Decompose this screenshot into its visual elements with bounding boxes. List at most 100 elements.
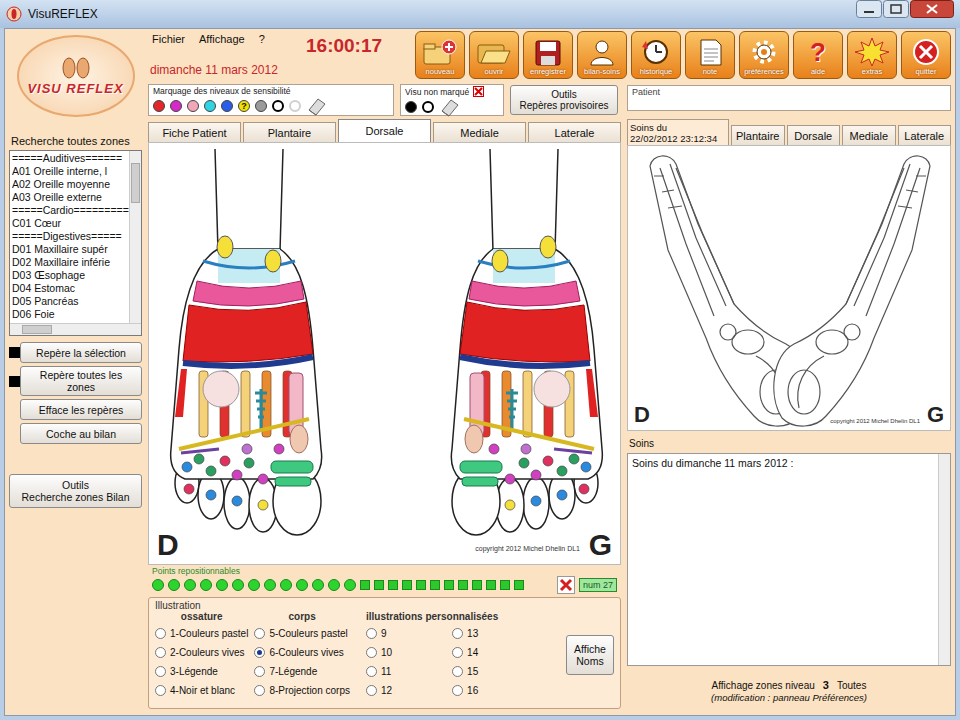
history-tab[interactable]: Mediale [842,125,896,145]
radio-button[interactable] [452,666,463,677]
save-button[interactable]: enregistrer [523,31,573,79]
history-button[interactable]: historique [631,31,681,79]
clear-points-button[interactable] [557,576,575,594]
reposition-point[interactable] [200,579,212,591]
level-dot[interactable] [405,101,417,113]
level-dot[interactable] [170,100,182,112]
show-names-button[interactable]: AfficheNoms [566,635,614,675]
zone-item[interactable]: D05 Pancréas [12,295,127,308]
view-tab[interactable]: Mediale [433,122,526,142]
radio-button[interactable] [254,685,265,696]
close-icon[interactable] [910,0,954,18]
level-dot[interactable] [204,100,216,112]
history-tab[interactable]: Dorsale [787,125,841,145]
radio-option[interactable]: 8-Projection corps [254,681,350,700]
eraser-icon[interactable] [439,97,461,117]
level-dot[interactable] [221,100,233,112]
level-dot[interactable] [289,100,301,112]
reposition-point[interactable] [280,579,292,591]
radio-button[interactable] [452,685,463,696]
zone-item[interactable]: A01 Oreille interne, l [12,165,127,178]
radio-option[interactable]: 5-Couleurs pastel [254,624,350,643]
reposition-point[interactable] [264,579,276,591]
view-tab[interactable]: Laterale [528,122,621,142]
reposition-point[interactable] [328,579,340,591]
radio-option[interactable]: 10 [366,643,412,662]
radio-option[interactable]: 16 [452,681,498,700]
reposition-point[interactable] [402,580,412,590]
reposition-point[interactable] [430,580,440,590]
level-dot[interactable] [422,101,434,113]
maximize-icon[interactable] [883,0,909,18]
zone-item[interactable]: C01 Cœur [12,217,127,230]
left-button[interactable]: Repère la sélection [20,342,142,363]
vertical-scrollbar[interactable] [938,454,950,665]
radio-option[interactable]: 4-Noir et blanc [155,681,248,700]
menu-item[interactable]: Fichier [152,33,185,45]
radio-option[interactable]: 1-Couleurs pastel [155,624,248,643]
horizontal-scrollbar[interactable] [10,323,141,335]
reposition-point[interactable] [248,579,260,591]
person-button[interactable]: bilan-soins [577,31,627,79]
view-tab[interactable]: Fiche Patient [148,122,241,142]
view-tab[interactable]: Plantaire [243,122,336,142]
radio-button[interactable] [155,628,166,639]
reposition-point[interactable] [232,579,244,591]
zone-item[interactable]: D06 Foie [12,308,127,321]
left-button[interactable]: Coche au bilan [20,423,142,444]
menu-item[interactable]: Affichage [199,33,245,45]
zone-item[interactable]: D04 Estomac [12,282,127,295]
reposition-point[interactable] [168,579,180,591]
zone-item[interactable]: D01 Maxillaire supér [12,243,127,256]
reposition-point[interactable] [296,579,308,591]
reposition-point[interactable] [360,580,370,590]
help-button[interactable]: ?aide [793,31,843,79]
note-button[interactable]: note [685,31,735,79]
reposition-point[interactable] [344,579,356,591]
left-button[interactable]: Repère toutes les zones [20,366,142,396]
level-dot[interactable] [255,100,267,112]
menu-item[interactable]: ? [259,33,265,45]
radio-option[interactable]: 3-Légende [155,662,248,681]
reposition-point[interactable] [514,580,524,590]
zone-item[interactable]: A03 Oreille externe [12,191,127,204]
radio-option[interactable]: 9 [366,624,412,643]
radio-button[interactable] [366,628,377,639]
reposition-point[interactable] [312,579,324,591]
reposition-point[interactable] [458,580,468,590]
zone-item[interactable]: A02 Oreille moyenne [12,178,127,191]
radio-option[interactable]: 12 [366,681,412,700]
reposition-point[interactable] [152,579,164,591]
radio-button[interactable] [452,647,463,658]
close-x-icon[interactable] [473,86,484,97]
level-dot[interactable] [187,100,199,112]
reposition-point[interactable] [184,579,196,591]
history-tab[interactable]: Plantaire [731,125,785,145]
tools-search-button[interactable]: OutilsRecherche zones Bilan [9,474,142,508]
feet-canvas[interactable]: DGcopyright 2012 Michel Dhelin DL1 [148,142,621,565]
quit-button[interactable]: quitter [901,31,951,79]
radio-option[interactable]: 11 [366,662,412,681]
zone-item[interactable]: =====Auditives====== [12,152,127,165]
radio-button[interactable] [155,647,166,658]
zone-item[interactable]: D02 Maxillaire inférie [12,256,127,269]
star-button[interactable]: extras [847,31,897,79]
open-button[interactable]: ouvrir [469,31,519,79]
radio-button[interactable] [254,628,265,639]
radio-option[interactable]: 2-Couleurs vives [155,643,248,662]
vertical-scrollbar[interactable] [129,151,141,323]
view-tab[interactable]: Dorsale [338,119,431,142]
radio-option[interactable]: 7-Légende [254,662,350,681]
patient-field[interactable]: Patient [627,85,951,111]
radio-option[interactable]: 13 [452,624,498,643]
temp-markers-button[interactable]: OutilsRepères provisoires [510,85,618,115]
history-tab[interactable]: Soins du22/02/2012 23:12:34 [627,119,729,145]
radio-button[interactable] [366,666,377,677]
reposition-point[interactable] [416,580,426,590]
radio-button[interactable] [452,628,463,639]
radio-option[interactable]: 6-Couleurs vives [254,643,350,662]
radio-button[interactable] [254,666,265,677]
radio-button[interactable] [366,647,377,658]
radio-option[interactable]: 14 [452,643,498,662]
eraser-icon[interactable] [306,96,328,116]
